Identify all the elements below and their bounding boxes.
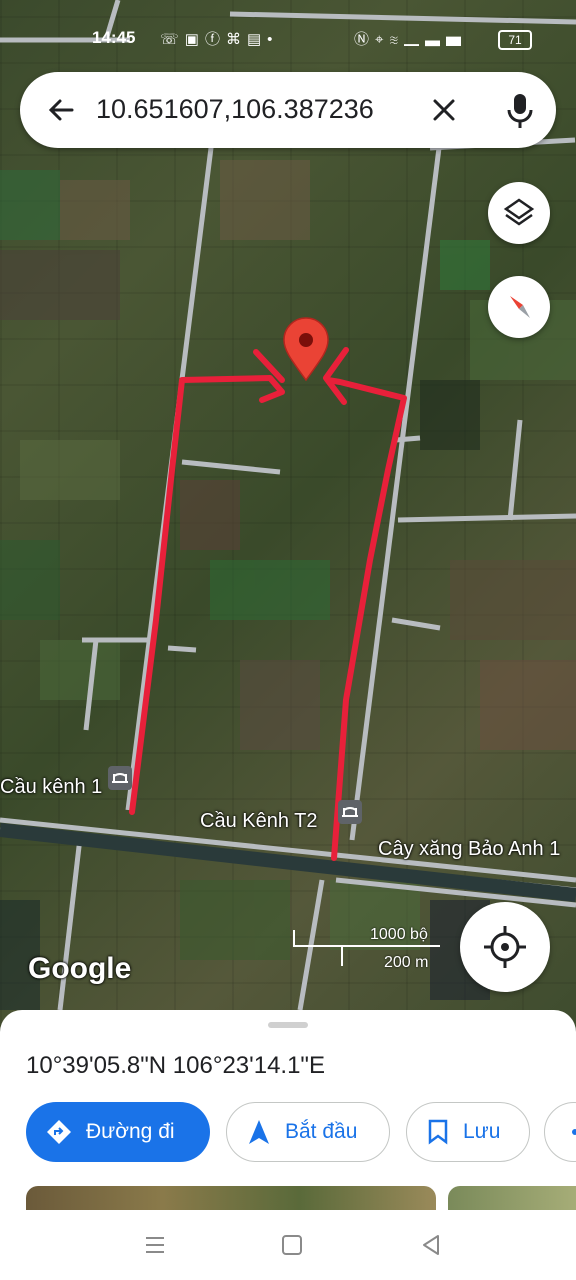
start-label: Bắt đầu: [285, 1120, 358, 1143]
facebook-icon: ⓕ: [204, 31, 226, 48]
status-bar: 14:45 ☏▣ⓕ⌘▤• Ⓝ⌖≋▁▃▅ 71: [0, 22, 576, 56]
back-icon[interactable]: [418, 1232, 444, 1258]
share-icon: [572, 1129, 576, 1135]
bookmark-icon: [428, 1119, 448, 1145]
poi-label-cau-kenh-t2[interactable]: Cầu Kênh T2: [200, 810, 318, 833]
mic-icon[interactable]: [500, 88, 540, 132]
game-icon: ⌘: [225, 31, 247, 48]
poi-label-cau-kenh-1[interactable]: Cầu kênh 1: [0, 776, 102, 799]
system-nav-bar: [0, 1210, 576, 1280]
scale-imperial: 1000 bộ: [370, 926, 428, 943]
layers-button[interactable]: [488, 182, 550, 244]
share-button[interactable]: [544, 1102, 576, 1162]
save-button[interactable]: Lưu: [406, 1102, 530, 1162]
dot-icon: •: [267, 31, 279, 48]
shop-icon: ▤: [246, 31, 268, 48]
nfc-icon: Ⓝ: [354, 31, 376, 48]
my-location-button[interactable]: [460, 902, 550, 992]
save-label: Lưu: [463, 1120, 501, 1143]
signal-icon: ▁▃▅: [403, 31, 467, 48]
bridge-icon[interactable]: [338, 800, 362, 824]
phone-icon: ☏: [160, 31, 185, 48]
menu-icon[interactable]: [142, 1232, 168, 1258]
search-bar[interactable]: 10.651607,106.387236: [20, 72, 556, 148]
place-sheet[interactable]: 10°39'05.8"N 106°23'14.1"E Đường đi Bắt …: [0, 1010, 576, 1216]
my-location-icon: [484, 926, 526, 968]
map-view[interactable]: [0, 0, 576, 1030]
search-query[interactable]: 10.651607,106.387236: [96, 94, 374, 125]
directions-icon: [47, 1120, 71, 1144]
home-icon[interactable]: [279, 1232, 305, 1258]
directions-button[interactable]: Đường đi: [26, 1102, 210, 1162]
close-icon[interactable]: [424, 90, 464, 130]
poi-label-cay-xang[interactable]: Cây xăng Bảo Anh 1: [378, 838, 560, 861]
map-graphics: [0, 0, 576, 1011]
location-icon: ⌖: [375, 31, 390, 48]
layers-icon: [503, 198, 535, 226]
status-right-icons: Ⓝ⌖≋▁▃▅: [354, 28, 467, 49]
compass-button[interactable]: [488, 276, 550, 338]
wifi-icon: ≋: [389, 31, 404, 48]
messaging-icon: ▣: [184, 31, 205, 48]
back-arrow-icon[interactable]: [42, 90, 82, 130]
compass-icon: [510, 296, 530, 318]
battery-indicator: 71: [498, 30, 532, 50]
scale-metric: 200 m: [384, 954, 429, 971]
status-time: 14:45: [92, 28, 136, 47]
bridge-icon[interactable]: [108, 766, 132, 790]
google-logo: Google: [28, 952, 132, 985]
navigation-arrow-icon: [249, 1120, 269, 1144]
start-button[interactable]: Bắt đầu: [226, 1102, 390, 1162]
status-left-icons: ☏▣ⓕ⌘▤•: [160, 28, 278, 49]
red-pin-icon[interactable]: [283, 317, 329, 382]
directions-label: Đường đi: [86, 1120, 175, 1143]
map-scale: 1000 bộ 200 m: [292, 924, 442, 976]
sheet-drag-handle[interactable]: [268, 1022, 308, 1028]
coordinates-title: 10°39'05.8"N 106°23'14.1"E: [26, 1052, 325, 1079]
